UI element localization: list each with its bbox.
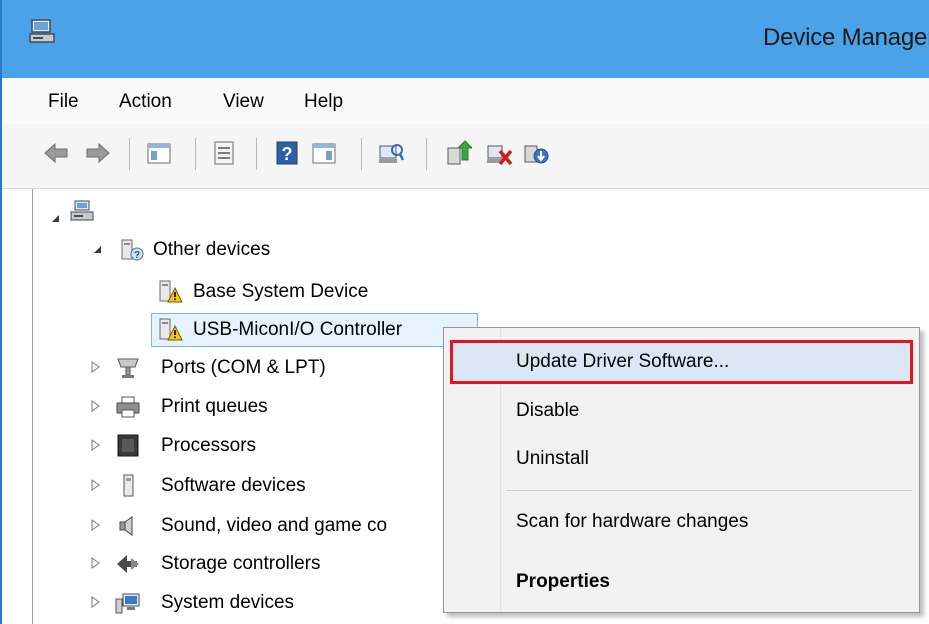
tree-item-label: Sound, video and game co	[161, 515, 388, 536]
expand-triangle-icon[interactable]	[89, 595, 101, 609]
device-manager-window: Device Manager File Action View Help ? ?…	[0, 0, 929, 624]
menu-help[interactable]: Help	[304, 91, 343, 113]
expand-triangle-icon[interactable]	[89, 399, 101, 413]
warning-device-icon	[159, 280, 183, 303]
svg-text:?: ?	[134, 250, 140, 261]
enable-device-icon[interactable]	[521, 138, 549, 168]
tree-item-label: Software devices	[161, 475, 306, 496]
tree-item-label: Storage controllers	[161, 553, 321, 574]
expand-triangle-icon[interactable]	[89, 438, 101, 452]
menu-view[interactable]: View	[223, 91, 264, 113]
expand-triangle-icon[interactable]	[89, 556, 101, 570]
tree-item-label: Other devices	[153, 239, 271, 260]
expand-triangle-icon[interactable]	[89, 518, 101, 532]
toolbar-separator	[426, 138, 427, 170]
uninstall-device-icon[interactable]	[485, 138, 513, 168]
toolbar-separator	[195, 138, 196, 170]
expand-triangle-icon[interactable]	[89, 360, 101, 374]
show-hide-console-tree-icon[interactable]	[145, 138, 173, 168]
tree-item-storage-controllers[interactable]: Storage controllers	[85, 550, 415, 578]
tree-item-software-devices[interactable]: Software devices	[85, 472, 415, 500]
computer-icon	[70, 200, 94, 221]
port-icon	[117, 358, 139, 378]
unknown-device-icon: ?	[121, 239, 144, 261]
storage-controller-icon	[117, 555, 139, 573]
toolbar-separator	[256, 138, 257, 170]
toolbar-separator	[361, 138, 362, 170]
tree-item-ports[interactable]: Ports (COM & LPT)	[85, 354, 415, 382]
menu-item-update-driver-software[interactable]: Update Driver Software...	[516, 351, 729, 373]
svg-text:?: ?	[282, 144, 293, 164]
menu-item-uninstall[interactable]: Uninstall	[516, 448, 589, 470]
title-bar[interactable]: Device Manager	[2, 0, 929, 78]
tree-item-print-queues[interactable]: Print queues	[85, 393, 415, 421]
tree-item-usb-micon-io-controller[interactable]: USB-MiconI/O Controller	[127, 316, 477, 344]
tree-item-base-system-device[interactable]: Base System Device	[127, 278, 447, 306]
menu-file[interactable]: File	[48, 91, 79, 113]
menu-item-scan-for-hardware-changes[interactable]: Scan for hardware changes	[516, 511, 748, 533]
warning-device-icon	[159, 318, 183, 341]
tree-item-label: Processors	[161, 435, 257, 456]
tree-item-label: USB-MiconI/O Controller	[193, 319, 403, 340]
window-title: Device Manager	[763, 24, 929, 51]
collapse-triangle-icon[interactable]	[49, 211, 61, 225]
menu-bar: File Action View Help	[2, 78, 929, 124]
tree-item-sound-video-game[interactable]: Sound, video and game co	[85, 512, 445, 540]
tree-item-other-devices[interactable]: ? Other devices	[85, 236, 405, 264]
help-icon[interactable]: ?	[273, 138, 301, 168]
action-pane-icon[interactable]	[310, 138, 338, 168]
toolbar-separator	[129, 138, 130, 170]
menu-item-properties[interactable]: Properties	[516, 571, 610, 593]
menu-item-disable[interactable]: Disable	[516, 400, 579, 422]
tree-item-label: Ports (COM & LPT)	[161, 357, 326, 378]
toolbar: ?	[2, 124, 929, 189]
expand-triangle-icon[interactable]	[89, 478, 101, 492]
system-device-icon	[115, 593, 140, 614]
tree-item-label: System devices	[161, 592, 295, 613]
forward-icon[interactable]	[84, 138, 112, 168]
tree-root[interactable]	[43, 200, 103, 233]
processor-icon	[117, 434, 139, 457]
collapse-triangle-icon[interactable]	[91, 242, 103, 256]
software-device-icon	[123, 474, 134, 497]
context-menu: Update Driver Software... Disable Uninst…	[443, 327, 920, 613]
printer-icon	[116, 396, 140, 418]
back-icon[interactable]	[42, 138, 70, 168]
menu-separator	[506, 490, 912, 491]
menu-action[interactable]: Action	[119, 91, 172, 113]
tree-item-label: Print queues	[161, 396, 268, 417]
tree-item-system-devices[interactable]: System devices	[85, 589, 415, 617]
scan-hardware-icon[interactable]	[377, 138, 405, 168]
speaker-icon	[119, 516, 133, 536]
properties-icon[interactable]	[210, 138, 238, 168]
tree-item-processors[interactable]: Processors	[85, 432, 415, 460]
device-manager-app-icon[interactable]	[28, 18, 58, 46]
tree-item-label: Base System Device	[193, 281, 369, 302]
update-driver-icon[interactable]	[444, 138, 472, 168]
